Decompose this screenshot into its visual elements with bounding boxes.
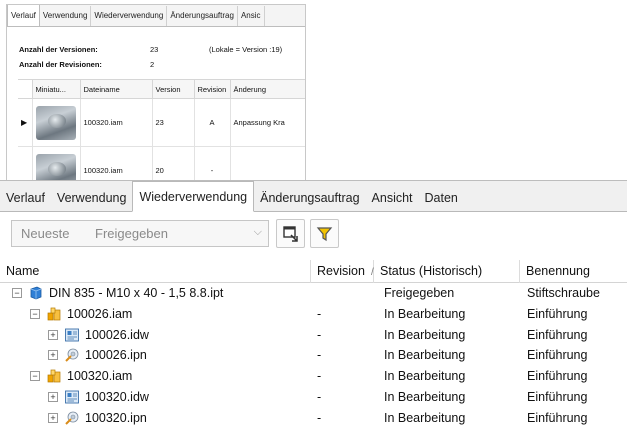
- file-name-cell: 100026.ipn: [85, 348, 147, 363]
- status-cell: In Bearbeitung: [384, 369, 466, 384]
- grid-header: Name Revision / Status (Historisch) Benen…: [0, 260, 627, 283]
- part-thumbnail: [36, 105, 76, 140]
- revision-cell: -: [317, 410, 322, 425]
- collapse-node-icon[interactable]: −: [30, 308, 40, 319]
- benennung-cell: Einführung: [527, 306, 588, 321]
- tab-ansicht[interactable]: Ansicht: [366, 185, 419, 211]
- tab-verlauf[interactable]: Verlauf: [0, 185, 51, 211]
- benennung-cell: Einführung: [527, 348, 588, 363]
- status-cell: In Bearbeitung: [384, 348, 466, 363]
- collapse-node-icon[interactable]: −: [12, 288, 22, 298]
- status-cell: In Bearbeitung: [384, 306, 466, 321]
- version-table-header: Miniatu... Dateiname Version Revision Än…: [18, 79, 305, 99]
- col-filename[interactable]: Dateiname: [79, 79, 153, 99]
- col-change[interactable]: Änderung: [229, 79, 305, 99]
- col-version[interactable]: Version: [151, 79, 195, 99]
- tab-aenderungsauftrag[interactable]: Änderungsauftrag: [254, 185, 365, 211]
- thumbnail-cell: [31, 98, 81, 147]
- status-cell: In Bearbeitung: [384, 410, 466, 425]
- top-tab-verwendung[interactable]: Verwendung: [40, 6, 92, 26]
- presentation-icon: [64, 347, 80, 363]
- tree-row[interactable]: − 100320.iam - In Bearbeitung Einführung: [0, 366, 627, 386]
- change-cell: Anpassung Kra: [229, 98, 305, 147]
- version-count-value: 23: [150, 45, 159, 54]
- assembly-icon: [46, 306, 62, 322]
- collapse-node-icon[interactable]: −: [30, 371, 40, 382]
- col-name[interactable]: Name: [0, 260, 311, 283]
- tab-verwendung[interactable]: Verwendung: [51, 185, 133, 211]
- open-window-icon: [283, 226, 298, 242]
- revision-count-value: 2: [150, 60, 155, 69]
- filter-option-released: Freigegeben: [95, 226, 168, 241]
- tree-row[interactable]: − 100026.iam - In Bearbeitung Einführung: [0, 304, 627, 324]
- expand-node-icon[interactable]: +: [48, 350, 58, 361]
- chevron-down-icon[interactable]: ⌵: [254, 226, 262, 239]
- revision-count-label: Anzahl der Revisionen:: [19, 60, 102, 69]
- benennung-cell: Einführung: [527, 369, 588, 384]
- revision-cell: -: [317, 369, 322, 384]
- part-icon: [28, 285, 44, 301]
- benennung-cell: Stiftschraube: [527, 286, 600, 300]
- version-count-label: Anzahl der Versionen:: [19, 45, 98, 54]
- presentation-icon: [64, 410, 80, 426]
- file-name-cell: 100320.idw: [85, 390, 149, 404]
- history-panel: Verlauf Verwendung Wiederverwendung Ände…: [6, 4, 306, 187]
- expand-node-icon[interactable]: +: [48, 412, 58, 423]
- file-name-cell: 100320.iam: [67, 369, 133, 384]
- top-tab-wiederverwendung[interactable]: Wiederverwendung: [91, 6, 168, 26]
- version-filter-select[interactable]: Neueste Freigegeben ⌵: [11, 220, 269, 247]
- main-tab-bar: Verlauf Verwendung Wiederverwendung Ände…: [0, 181, 627, 212]
- revision-cell: -: [317, 306, 322, 321]
- table-row[interactable]: ▶ 100320.iam 23 A Anpassung Kra: [18, 98, 305, 147]
- filename-cell: 100320.iam: [79, 98, 153, 147]
- expand-node-icon[interactable]: +: [48, 392, 58, 402]
- status-cell: Freigegeben: [384, 286, 455, 300]
- top-tab-verlauf[interactable]: Verlauf: [7, 5, 40, 26]
- uses-tree-grid: Name Revision / Status (Historisch) Benen…: [0, 260, 627, 445]
- col-revision-header[interactable]: Revision /: [311, 260, 374, 283]
- tab-daten[interactable]: Daten: [419, 185, 464, 211]
- status-cell: In Bearbeitung: [384, 390, 466, 404]
- local-version-note: (Lokale = Version :19): [209, 45, 283, 54]
- top-tab-aenderungsauftrag[interactable]: Änderungsauftrag: [167, 6, 238, 26]
- benennung-cell: Einführung: [527, 410, 588, 425]
- col-revision-label: Revision: [317, 264, 365, 278]
- expand-node-icon[interactable]: +: [48, 329, 58, 340]
- filter-option-latest: Neueste: [21, 226, 70, 241]
- uses-panel: Verlauf Verwendung Wiederverwendung Ände…: [0, 180, 627, 444]
- tree-row[interactable]: − DIN 835 - M10 x 40 - 1,5 8.8.ipt Freigeg…: [0, 283, 627, 303]
- col-revision[interactable]: Revision: [193, 79, 231, 99]
- status-cell: In Bearbeitung: [384, 327, 466, 342]
- file-name-cell: 100026.iam: [67, 306, 133, 321]
- tree-row[interactable]: +100026.ipn - In Bearbeitung Einführung: [0, 345, 627, 365]
- col-benennung[interactable]: Benennung: [520, 260, 627, 283]
- tab-wiederverwendung[interactable]: Wiederverwendung: [132, 181, 255, 212]
- row-indicator-header: [18, 79, 33, 99]
- filter-icon: [316, 227, 333, 242]
- col-thumbnail[interactable]: Miniatu...: [31, 79, 81, 99]
- file-name-cell: 100026.idw: [85, 327, 149, 342]
- benennung-cell: Einführung: [527, 390, 588, 404]
- file-name-cell: 100320.ipn: [85, 410, 147, 425]
- tree-row[interactable]: +100320.idw - In Bearbeitung Einführung: [0, 387, 627, 407]
- drawing-icon: [64, 389, 80, 405]
- revision-cell: -: [317, 390, 322, 404]
- file-name-cell: DIN 835 - M10 x 40 - 1,5 8.8.ipt: [49, 286, 224, 300]
- open-in-window-button[interactable]: [276, 219, 305, 248]
- tree-row[interactable]: +100320.ipn - In Bearbeitung Einführung: [0, 408, 627, 428]
- drawing-icon: [64, 327, 80, 343]
- top-tab-ansicht[interactable]: Ansic: [238, 6, 265, 26]
- col-status[interactable]: Status (Historisch): [374, 260, 520, 283]
- version-table: Miniatu... Dateiname Version Revision Än…: [18, 79, 305, 186]
- revision-cell: -: [317, 348, 322, 363]
- version-cell: 23: [151, 98, 195, 147]
- assembly-icon: [46, 368, 62, 384]
- benennung-cell: Einführung: [527, 327, 588, 342]
- history-tab-bar: Verlauf Verwendung Wiederverwendung Ände…: [7, 5, 305, 27]
- current-row-indicator-icon: ▶: [18, 98, 33, 147]
- filter-button[interactable]: [310, 219, 339, 248]
- tree-row[interactable]: +100026.idw - In Bearbeitung Einführung: [0, 325, 627, 345]
- revision-cell: -: [317, 327, 322, 342]
- revision-cell: A: [193, 98, 231, 147]
